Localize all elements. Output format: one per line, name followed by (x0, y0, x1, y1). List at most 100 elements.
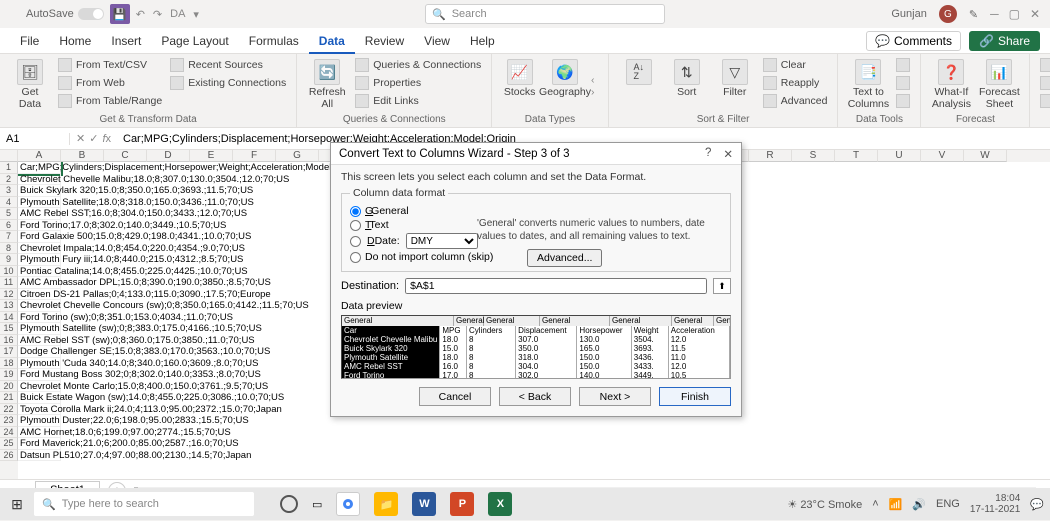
minimize-icon[interactable]: ─ (990, 7, 999, 21)
notifications-icon[interactable]: 💬 (1030, 498, 1044, 511)
reapply-button[interactable]: Reapply (761, 75, 830, 91)
menubar: FileHomeInsertPage LayoutFormulasDataRev… (0, 28, 1050, 54)
preview-label: Data preview (341, 300, 731, 312)
get-data-button[interactable]: 🗄Get Data (8, 57, 52, 110)
wifi-icon[interactable]: 📶 (889, 498, 903, 511)
queries-button[interactable]: Queries & Connections (353, 57, 483, 73)
volume-icon[interactable]: 🔊 (912, 498, 926, 511)
from-web-button[interactable]: From Web (56, 75, 164, 91)
windows-taskbar: ⊞ 🔍 Type here to search ▭ 📁 W P X ☀ 23°C… (0, 488, 1050, 520)
dialog-description: This screen lets you select each column … (341, 171, 731, 183)
advanced-button[interactable]: Advanced (761, 93, 830, 109)
toggle-switch[interactable] (78, 8, 104, 20)
filter-button[interactable]: ▽Filter (713, 57, 757, 98)
group-label: Data Types (500, 114, 600, 127)
clock[interactable]: 18:0417-11-2021 (970, 493, 1020, 515)
cortana-icon[interactable] (280, 495, 298, 513)
close-icon[interactable]: ✕ (1030, 7, 1040, 21)
tab-data[interactable]: Data (309, 30, 355, 54)
task-view-icon[interactable]: ▭ (312, 498, 322, 511)
whatif-button[interactable]: ❓What-If Analysis (929, 57, 973, 110)
autosave-toggle[interactable]: AutoSave (26, 8, 104, 20)
cancel-button[interactable]: Cancel (419, 387, 491, 406)
fx-icon[interactable]: fx (102, 133, 111, 145)
ribbon: 🗄Get Data From Text/CSV From Web From Ta… (0, 54, 1050, 128)
comments-button[interactable]: 💬 Comments (866, 31, 961, 51)
chevron-down-icon[interactable]: ▾ (193, 8, 199, 21)
tab-page-layout[interactable]: Page Layout (151, 30, 238, 52)
maximize-icon[interactable]: ▢ (1009, 7, 1020, 21)
group-label: Get & Transform Data (8, 114, 288, 127)
stocks-button[interactable]: 📈Stocks (500, 57, 539, 98)
tray-chevron-icon[interactable]: ˄ (872, 498, 878, 510)
ungroup-button[interactable]: Ungroup ▾ (1038, 75, 1050, 91)
undo-icon[interactable]: ↶ (136, 8, 145, 21)
window-titlebar: AutoSave 💾 ↶ ↷ DA ▾ 🔍 Search Gunjan G ✎ … (0, 0, 1050, 28)
start-icon[interactable]: ⊞ (6, 493, 28, 515)
share-button[interactable]: 🔗 Share (969, 31, 1040, 51)
tab-insert[interactable]: Insert (101, 30, 151, 52)
search-placeholder: Search (452, 8, 487, 20)
group-label: Data Tools (846, 114, 912, 127)
close-icon[interactable]: ✕ (723, 147, 733, 161)
powerpoint-icon[interactable]: P (450, 492, 474, 516)
next-button[interactable]: Next > (579, 387, 651, 406)
enter-formula-icon[interactable]: ✓ (89, 132, 98, 145)
search-input[interactable]: 🔍 Search (425, 4, 665, 24)
group-label: Sort & Filter (617, 114, 830, 127)
recent-sources-button[interactable]: Recent Sources (168, 57, 288, 73)
cancel-formula-icon[interactable]: ✕ (76, 132, 85, 145)
properties-button[interactable]: Properties (353, 75, 483, 91)
redo-icon[interactable]: ↷ (153, 8, 162, 21)
back-button[interactable]: < Back (499, 387, 571, 406)
excel-icon[interactable]: X (488, 492, 512, 516)
destination-input[interactable] (405, 278, 707, 294)
help-icon[interactable]: ? (705, 147, 711, 161)
tab-home[interactable]: Home (49, 30, 101, 52)
avatar[interactable]: G (939, 5, 957, 23)
forecast-button[interactable]: 📊Forecast Sheet (977, 57, 1021, 110)
tab-help[interactable]: Help (460, 30, 505, 52)
sort-az-button[interactable]: A↓Z (617, 57, 661, 85)
group-label: Queries & Connections (305, 114, 483, 127)
finish-button[interactable]: Finish (659, 387, 731, 406)
tab-formulas[interactable]: Formulas (239, 30, 309, 52)
data-preview[interactable]: GeneralGeneralGeneralGeneralGeneralGener… (341, 315, 731, 379)
taskbar-search[interactable]: 🔍 Type here to search (34, 492, 254, 516)
text-to-columns-button[interactable]: 📑Text to Columns (846, 57, 890, 110)
from-table-button[interactable]: From Table/Range (56, 93, 164, 109)
date-format-select[interactable]: DMY (406, 233, 478, 249)
qat-dropdown[interactable]: DA (170, 8, 185, 20)
group-button[interactable]: Group ▾ (1038, 57, 1050, 73)
geography-button[interactable]: 🌍Geography (543, 57, 587, 98)
destination-label: Destination: (341, 280, 399, 292)
search-icon: 🔍 (432, 8, 446, 21)
edit-links-button[interactable]: Edit Links (353, 93, 483, 109)
language-icon[interactable]: ENG (936, 498, 960, 510)
clear-button[interactable]: Clear (761, 57, 830, 73)
explorer-icon[interactable]: 📁 (374, 492, 398, 516)
range-picker-icon[interactable]: ⬆ (713, 278, 731, 294)
chrome-icon[interactable] (336, 492, 360, 516)
tab-file[interactable]: File (10, 30, 49, 52)
dialog-title: Convert Text to Columns Wizard - Step 3 … (339, 148, 570, 160)
sort-button[interactable]: ⇅Sort (665, 57, 709, 98)
subtotal-button[interactable]: Subtotal (1038, 93, 1050, 109)
autosave-label: AutoSave (26, 8, 74, 20)
save-icon[interactable]: 💾 (110, 4, 130, 24)
tab-review[interactable]: Review (355, 30, 414, 52)
weather-widget[interactable]: ☀ 23°C Smoke (787, 498, 862, 511)
row-headers[interactable]: 1234567891011121314151617181920212223242… (0, 162, 18, 479)
name-box[interactable]: A1 (0, 133, 70, 145)
existing-conn-button[interactable]: Existing Connections (168, 75, 288, 91)
username-label[interactable]: Gunjan (891, 8, 926, 20)
advanced-button[interactable]: Advanced... (527, 249, 602, 267)
word-icon[interactable]: W (412, 492, 436, 516)
radio-general[interactable]: GGeneral (350, 205, 722, 217)
column-format-fieldset: Column data format GGeneral TText DDate:… (341, 187, 731, 272)
format-hint: 'General' converts numeric values to num… (477, 217, 712, 243)
from-text-csv-button[interactable]: From Text/CSV (56, 57, 164, 73)
pen-icon[interactable]: ✎ (969, 8, 978, 21)
tab-view[interactable]: View (414, 30, 460, 52)
refresh-all-button[interactable]: 🔄Refresh All (305, 57, 349, 110)
